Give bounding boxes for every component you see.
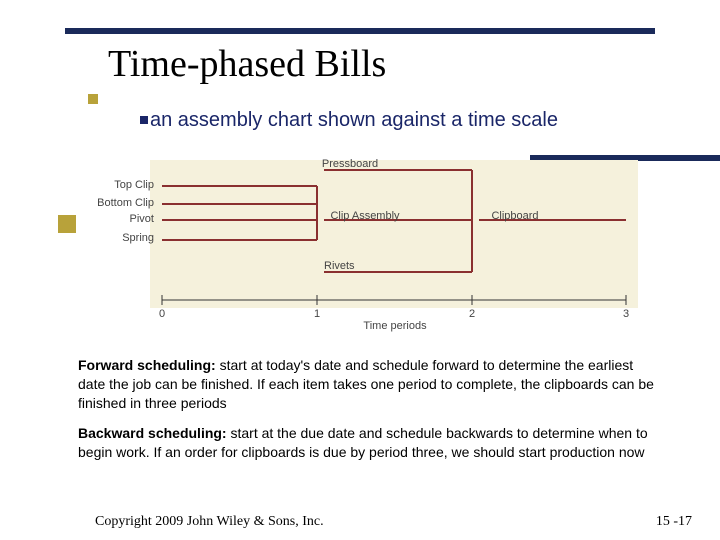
tick-3: 3 bbox=[620, 308, 632, 320]
label-rivets: Rivets bbox=[324, 260, 384, 272]
label-clipboard: Clipboard bbox=[480, 210, 550, 222]
backward-scheduling-para: Backward scheduling: start at the due da… bbox=[78, 424, 654, 462]
label-pivot: Pivot bbox=[82, 213, 154, 225]
label-bottom-clip: Bottom Clip bbox=[82, 197, 154, 209]
forward-scheduling-para: Forward scheduling: start at today's dat… bbox=[78, 356, 654, 413]
tick-0: 0 bbox=[156, 308, 168, 320]
time-phased-chart: Pressboard Top Clip Bottom Clip Clip Ass… bbox=[82, 160, 638, 338]
tick-1: 1 bbox=[311, 308, 323, 320]
label-pressboard: Pressboard bbox=[310, 158, 390, 170]
backward-scheduling-term: Backward scheduling: bbox=[78, 425, 227, 441]
x-axis-label: Time periods bbox=[320, 320, 470, 332]
label-clip-assembly: Clip Assembly bbox=[320, 210, 410, 222]
page-title: Time-phased Bills bbox=[108, 42, 386, 86]
gold-accent-mid-icon bbox=[58, 215, 76, 233]
tick-2: 2 bbox=[466, 308, 478, 320]
copyright: Copyright 2009 John Wiley & Sons, Inc. bbox=[95, 514, 324, 530]
label-top-clip: Top Clip bbox=[82, 179, 154, 191]
title-top-rule bbox=[65, 28, 655, 34]
label-spring: Spring bbox=[82, 232, 154, 244]
gold-accent-icon bbox=[88, 94, 98, 104]
forward-scheduling-term: Forward scheduling: bbox=[78, 357, 216, 373]
bullet-text: an assembly chart shown against a time s… bbox=[150, 108, 610, 133]
bullet-icon bbox=[140, 116, 148, 124]
page-number: 15 -17 bbox=[656, 514, 692, 530]
